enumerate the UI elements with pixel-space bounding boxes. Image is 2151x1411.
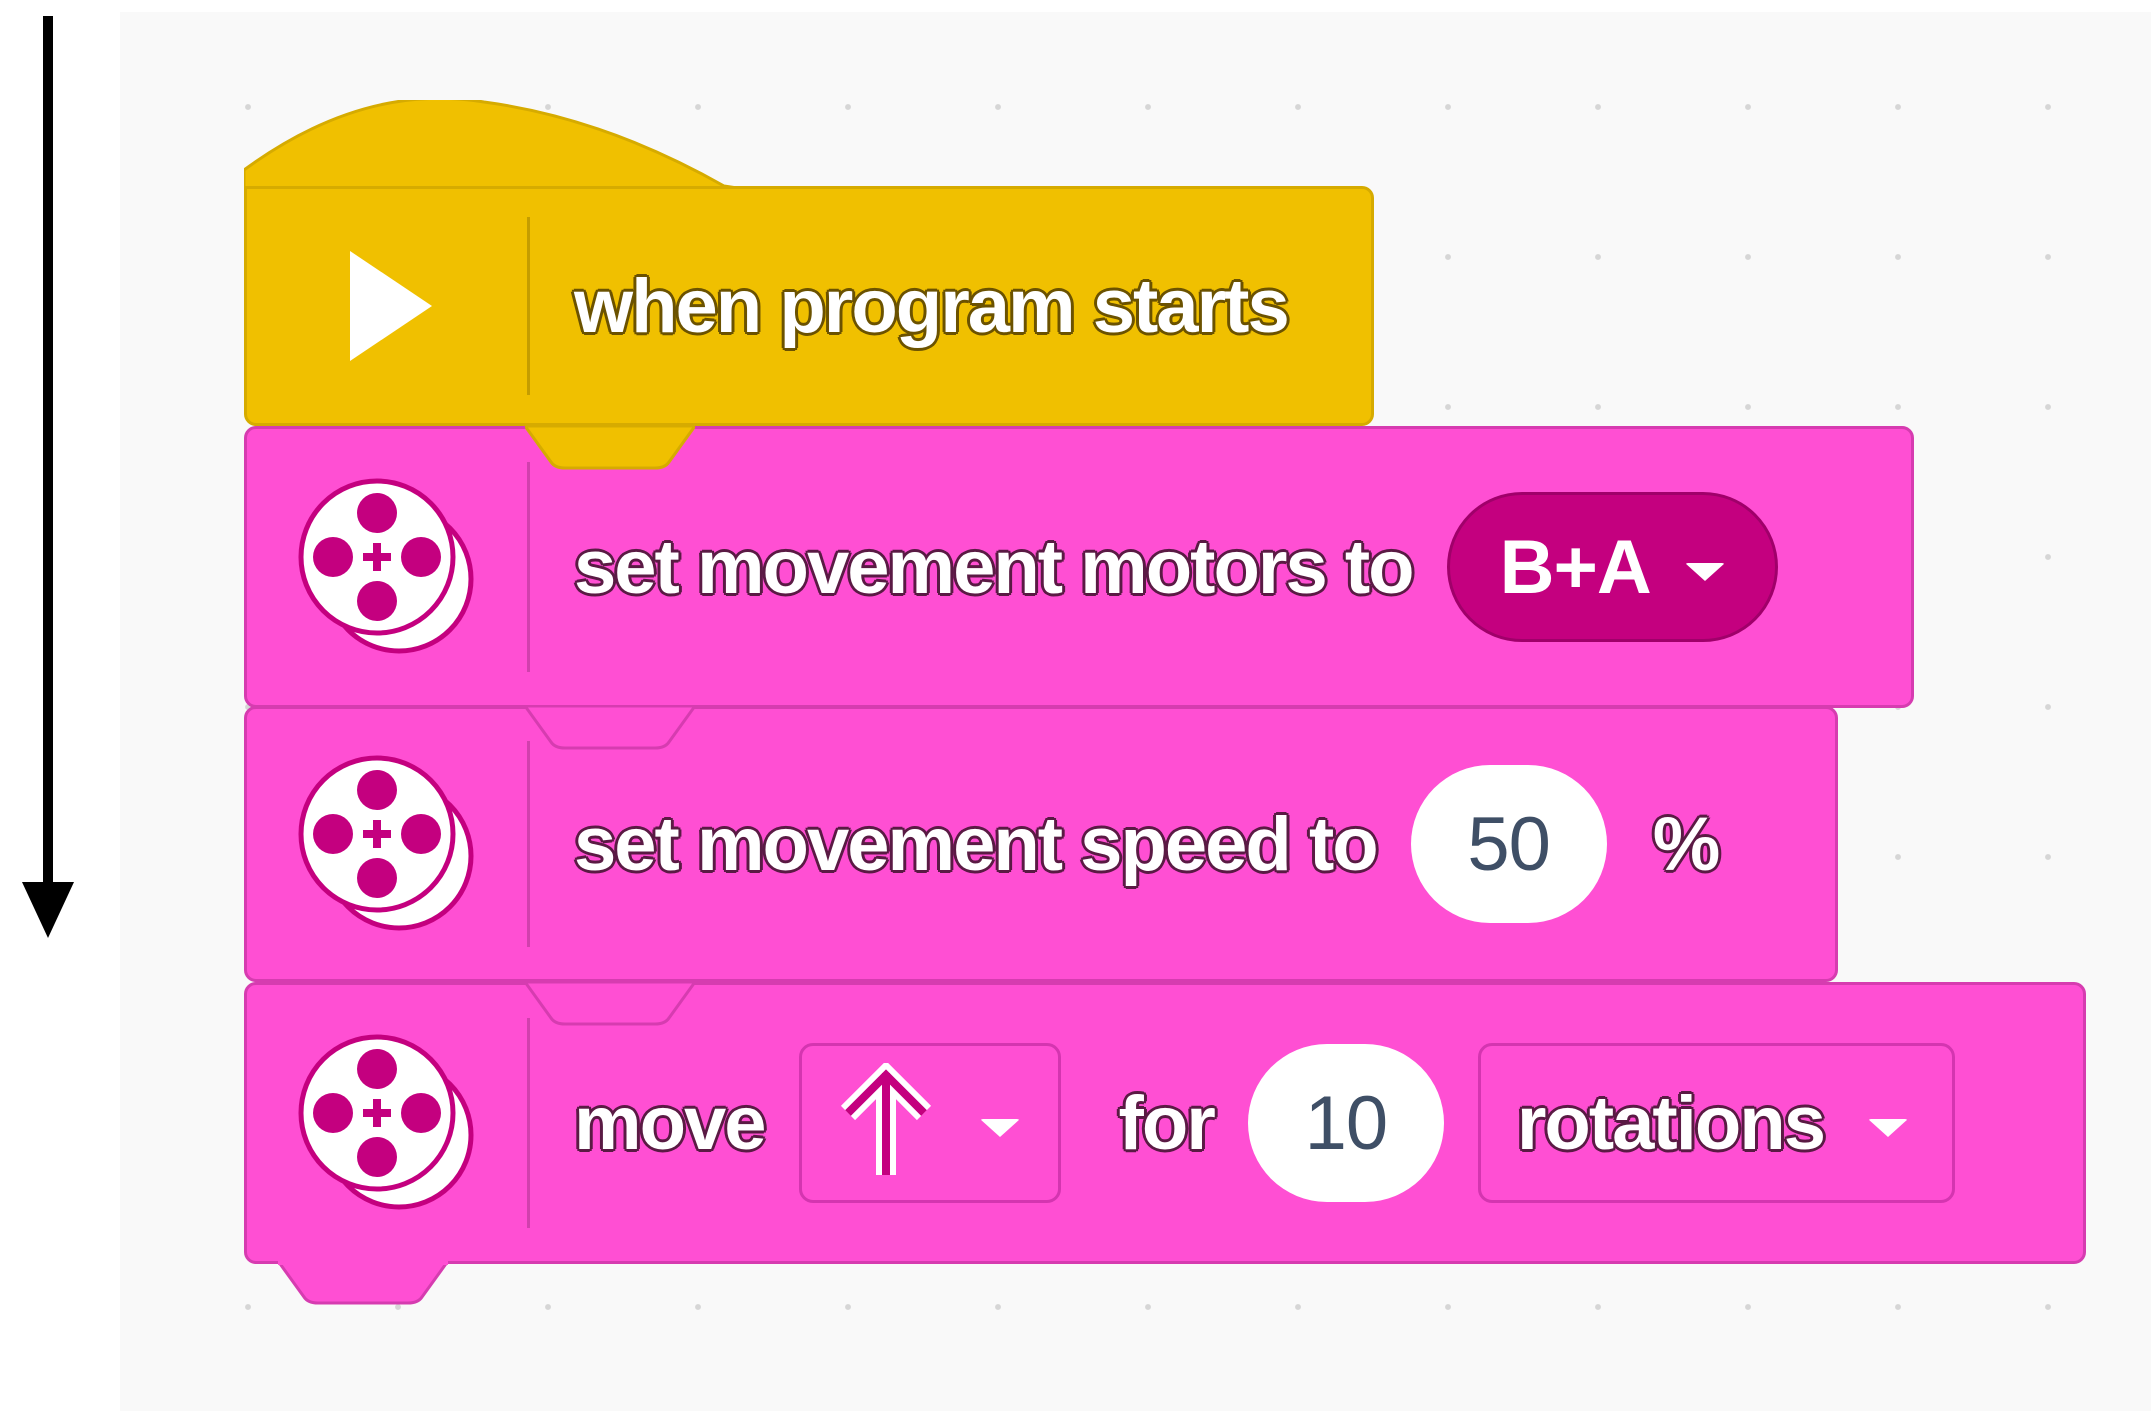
speed-unit-label: % <box>1652 801 1721 887</box>
block-notch <box>525 706 695 750</box>
chevron-down-icon <box>979 1119 1020 1137</box>
flow-down-arrow-icon <box>22 16 74 938</box>
chevron-down-icon <box>1867 1119 1908 1137</box>
motor-port-dropdown[interactable]: B+A <box>1446 492 1778 642</box>
set-motors-label: set movement motors to <box>574 524 1415 610</box>
block-separator <box>527 741 530 947</box>
block-notch <box>525 982 695 1026</box>
block-tail-notch <box>278 1261 448 1305</box>
move-for-block[interactable]: move for 10 rotations <box>244 982 2086 1264</box>
rotations-amount-input[interactable]: 10 <box>1247 1044 1444 1202</box>
when-program-starts-block[interactable]: when program starts <box>244 186 1374 426</box>
direction-dropdown[interactable] <box>798 1043 1061 1203</box>
block-separator <box>527 462 530 672</box>
set-movement-speed-block[interactable]: set movement speed to 50 % <box>244 706 1838 982</box>
set-movement-motors-block[interactable]: set movement motors to B+A <box>244 426 1914 708</box>
unit-dropdown-value: rotations <box>1516 1080 1826 1166</box>
set-speed-label: set movement speed to <box>574 801 1379 887</box>
move-label: move <box>574 1080 767 1166</box>
motor-port-value: B+A <box>1499 524 1652 610</box>
up-arrow-icon <box>840 1063 931 1175</box>
hat-block-cap <box>244 100 764 192</box>
for-label: for <box>1118 1080 1216 1166</box>
unit-dropdown[interactable]: rotations <box>1477 1043 1955 1203</box>
chevron-down-icon <box>1684 563 1725 581</box>
block-separator <box>527 217 530 395</box>
motor-pair-icon <box>247 709 527 979</box>
hat-block-label: when program starts <box>574 263 1290 349</box>
block-separator <box>527 1018 530 1228</box>
speed-input[interactable]: 50 <box>1410 765 1607 923</box>
play-icon <box>247 189 527 423</box>
motor-pair-icon <box>247 985 527 1261</box>
motor-pair-icon <box>247 429 527 705</box>
block-notch <box>525 426 695 470</box>
